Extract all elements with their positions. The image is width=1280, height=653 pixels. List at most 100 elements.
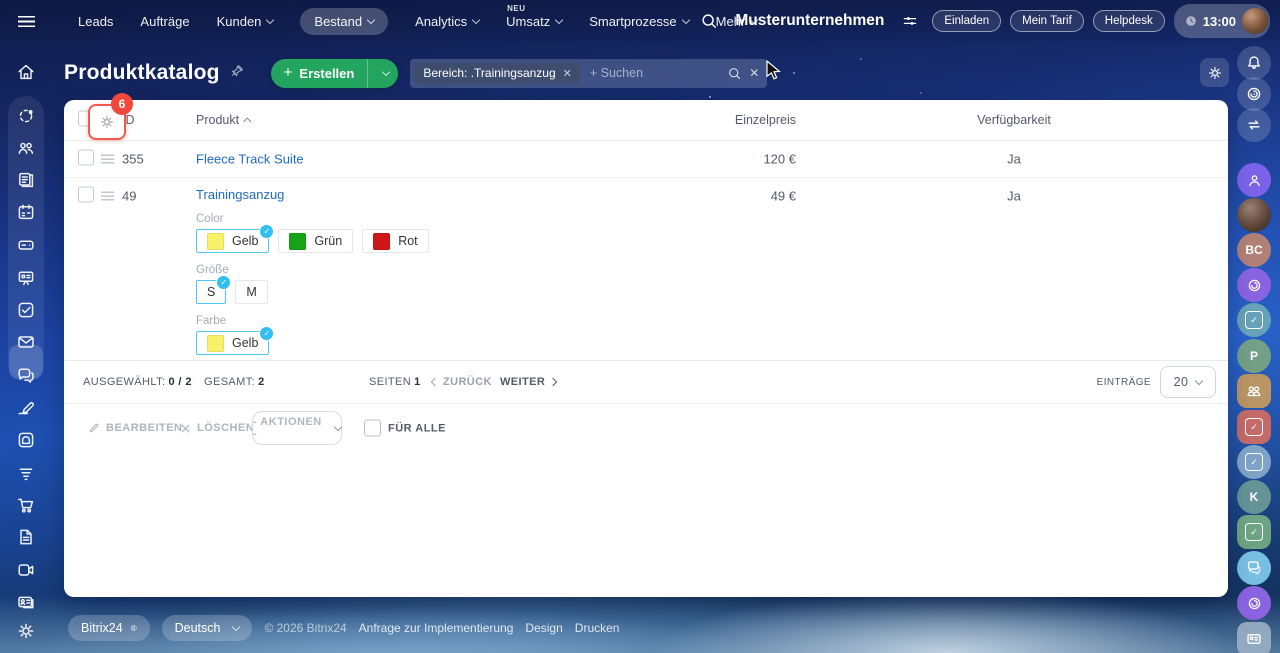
chat-avatar-copilot-2[interactable] — [1237, 586, 1271, 620]
collaboration-icon[interactable] — [0, 104, 52, 128]
tasks-icon[interactable] — [0, 298, 52, 322]
notifications-bell-icon[interactable] — [1237, 46, 1271, 80]
delete-button[interactable]: LÖSCHEN — [180, 422, 254, 434]
language-selector[interactable]: Deutsch — [162, 615, 253, 641]
chat-avatar-messenger[interactable] — [1237, 551, 1271, 585]
chat-avatar-tasks-red[interactable]: ✓ — [1237, 410, 1271, 444]
prev-page-button[interactable]: ZURÜCK — [432, 376, 492, 388]
page-settings-gear-icon[interactable] — [1200, 58, 1229, 87]
chip-remove-icon[interactable]: ✕ — [563, 67, 572, 80]
menu-toggle[interactable] — [0, 0, 52, 42]
chevron-left-icon — [431, 378, 439, 386]
color-swatch — [207, 335, 224, 352]
drag-handle-icon[interactable] — [101, 192, 114, 201]
check-icon: ✓ — [1245, 453, 1263, 471]
sync-arrows-icon[interactable] — [1237, 108, 1271, 142]
mail-icon[interactable] — [0, 330, 52, 354]
video-icon[interactable] — [0, 558, 52, 582]
chat-avatar-tasks-teal[interactable]: ✓ — [1237, 303, 1271, 337]
variant-option-size-m[interactable]: M — [235, 280, 267, 304]
nav-analytics[interactable]: Analytics — [415, 14, 479, 29]
nav-leads[interactable]: Leads — [78, 14, 113, 29]
variant-option-farbe-gelb[interactable]: Gelb ✓ — [196, 331, 269, 355]
chat-avatar-tasks-blue[interactable]: ✓ — [1237, 445, 1271, 479]
variant-option-color-rot[interactable]: Rot — [362, 229, 428, 253]
drive-icon[interactable] — [0, 233, 52, 257]
selected-check-badge: ✓ — [259, 224, 274, 239]
chat-avatar-tasks-green[interactable]: ✓ — [1237, 515, 1271, 549]
invite-button[interactable]: Einladen — [932, 10, 1001, 32]
chat-avatar-bc[interactable]: BC — [1237, 233, 1271, 267]
entries-select[interactable]: 20 — [1160, 366, 1216, 398]
pin-icon[interactable] — [230, 63, 245, 83]
chat-avatar-contact-card[interactable] — [1237, 622, 1271, 653]
nav-bestand[interactable]: Bestand — [300, 8, 388, 35]
next-page-button[interactable]: WEITER — [500, 376, 556, 388]
column-header-availability[interactable]: Verfügbarkeit — [944, 113, 1084, 127]
settings-icon[interactable] — [0, 619, 52, 643]
create-dropdown-toggle[interactable] — [367, 59, 398, 88]
right-sidebar: BC ✓ P ✓ ✓ K ✓ — [1228, 0, 1280, 653]
chat-avatar-p[interactable]: P — [1237, 339, 1271, 373]
edit-button[interactable]: BEARBEITEN — [88, 422, 183, 434]
for-all-toggle[interactable]: FÜR ALLE — [364, 420, 446, 437]
sales-intelligence-icon[interactable] — [0, 461, 52, 485]
variant-option-size-s[interactable]: S ✓ — [196, 280, 226, 304]
column-header-price[interactable]: Einzelpreis — [624, 113, 796, 127]
home-icon[interactable] — [0, 60, 52, 84]
entries-per-page: EINTRÄGE 20 — [1097, 366, 1216, 398]
nav-kunden[interactable]: Kunden — [217, 14, 274, 29]
main-nav: Leads Aufträge Kunden Bestand Analytics … — [78, 8, 757, 35]
copilot-icon[interactable] — [1237, 77, 1271, 111]
nav-smartprozesse[interactable]: Smartprozesse — [589, 14, 688, 29]
sliders-icon[interactable] — [897, 8, 923, 34]
employees-icon[interactable] — [0, 136, 52, 160]
company-name[interactable]: Musterunternehmen — [735, 12, 884, 30]
contact-center-icon[interactable] — [0, 590, 52, 614]
create-button[interactable]: + Erstellen — [271, 65, 368, 81]
search-icon[interactable] — [727, 66, 742, 81]
row-checkbox[interactable] — [78, 150, 94, 166]
for-all-checkbox[interactable] — [364, 420, 381, 437]
chat-avatar-copilot[interactable] — [1237, 268, 1271, 302]
calendar-icon[interactable] — [0, 200, 52, 224]
chevron-down-icon — [382, 67, 390, 75]
footer-link-print[interactable]: Drucken — [575, 621, 620, 635]
helpdesk-button[interactable]: Helpdesk — [1093, 10, 1165, 32]
clear-filter-icon[interactable]: ✕ — [749, 66, 759, 80]
top-bar: Leads Aufträge Kunden Bestand Analytics … — [0, 0, 1280, 42]
crm-icon[interactable] — [0, 428, 52, 452]
table-row[interactable]: 355 Fleece Track Suite 120 € Ja — [64, 141, 1228, 178]
filter-search-bar[interactable]: Bereich: .Trainingsanzug ✕ ✕ — [410, 59, 767, 88]
search-icon[interactable] — [696, 8, 722, 34]
row-checkbox[interactable] — [78, 187, 94, 203]
footer-link-implementation[interactable]: Anfrage zur Implementierung — [359, 621, 514, 635]
product-link[interactable]: Trainingsanzug — [196, 187, 284, 202]
table-row-expanded[interactable]: 49 49 € Ja Trainingsanzug Color Gelb ✓ G… — [64, 178, 1228, 361]
video-conference-icon[interactable] — [0, 266, 52, 290]
chat-avatar-group[interactable] — [1237, 374, 1271, 408]
tariff-button[interactable]: Mein Tarif — [1010, 10, 1084, 32]
sign-icon[interactable] — [0, 395, 52, 419]
footer-link-design[interactable]: Design — [525, 621, 562, 635]
variant-option-color-gelb[interactable]: Gelb ✓ — [196, 229, 269, 253]
ecommerce-icon[interactable] — [0, 493, 52, 517]
nav-auftraege[interactable]: Aufträge — [140, 14, 189, 29]
column-header-product[interactable]: Produkt — [196, 113, 251, 127]
feed-icon[interactable] — [0, 168, 52, 192]
variant-option-color-gruen[interactable]: Grün — [278, 229, 353, 253]
chat-avatar-invite[interactable] — [1237, 163, 1271, 197]
total-count: GESAMT:2 — [204, 376, 265, 388]
filter-chip[interactable]: Bereich: .Trainingsanzug ✕ — [415, 63, 580, 84]
chat-avatar-k[interactable]: K — [1237, 480, 1271, 514]
avatar-initials: P — [1250, 349, 1258, 363]
actions-dropdown[interactable]: - AKTIONEN - — [252, 411, 342, 445]
chat-avatar-photo[interactable] — [1237, 198, 1271, 232]
drag-handle-icon[interactable] — [101, 155, 114, 164]
product-link[interactable]: Fleece Track Suite — [196, 152, 304, 167]
nav-umsatz[interactable]: NEUUmsatz — [506, 14, 562, 29]
messenger-icon[interactable] — [0, 363, 52, 387]
bitrix-brand-button[interactable]: Bitrix24® — [68, 615, 150, 641]
documents-icon[interactable] — [0, 525, 52, 549]
search-input[interactable] — [588, 65, 727, 81]
